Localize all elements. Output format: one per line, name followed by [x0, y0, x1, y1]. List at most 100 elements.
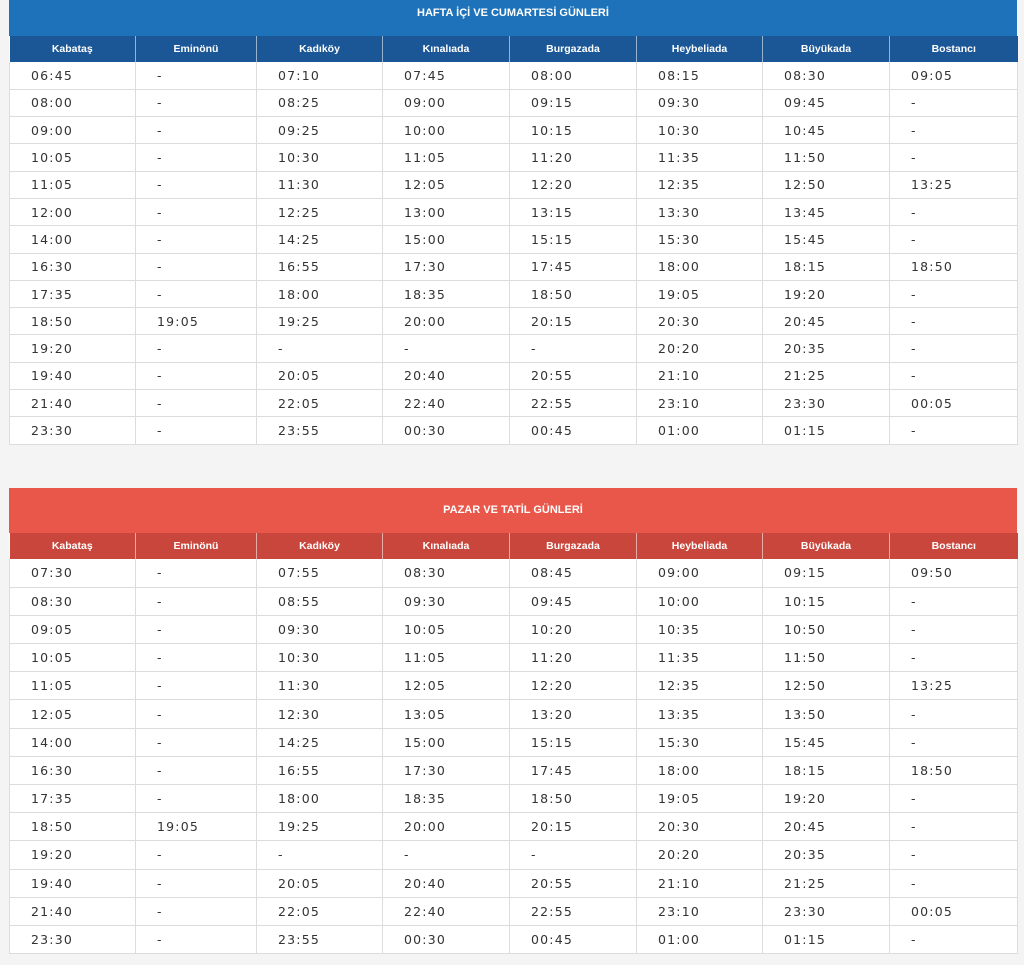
time-cell: 13:15	[509, 198, 637, 227]
time-cell: 15:45	[762, 728, 890, 757]
column-header: Heybeliada	[636, 533, 763, 559]
time-cell: 17:35	[9, 280, 136, 309]
table-row: 09:05-09:30 10:05 10:20 10:35 10:50-	[9, 615, 1018, 645]
time-cell: 22:40	[382, 389, 510, 418]
column-header: Bostancı	[889, 533, 1018, 559]
table-row: 11:05-11:30 12:05 12:20 12:35 12:50 13:25	[9, 171, 1018, 199]
time-cell: 17:30	[382, 756, 510, 786]
table-row: 21:40-22:05 22:40 22:55 23:10 23:30 00:05	[9, 897, 1018, 926]
time-cell: 20:00	[382, 812, 510, 842]
time-cell: 00:45	[509, 416, 637, 445]
time-cell: 12:25	[256, 198, 383, 227]
time-cell: 12:35	[636, 671, 763, 701]
time-cell: 08:25	[256, 89, 383, 118]
time-cell: 16:30	[9, 756, 136, 786]
time-cell: 08:55	[256, 587, 383, 616]
table-row: 06:45-07:10 07:45 08:00 08:15 08:30 09:05	[9, 62, 1018, 90]
time-cell: -	[135, 116, 257, 145]
time-cell: -	[889, 362, 1018, 391]
time-cell: 11:20	[509, 143, 637, 172]
time-cell: -	[382, 334, 510, 363]
time-cell: 10:05	[9, 143, 136, 172]
time-cell: -	[135, 643, 257, 673]
time-cell: -	[889, 812, 1018, 842]
time-cell: 18:35	[382, 280, 510, 309]
time-cell: 20:00	[382, 307, 510, 336]
column-header: Kadıköy	[256, 36, 383, 62]
time-cell: 20:45	[762, 307, 890, 336]
time-cell: 11:05	[9, 671, 136, 701]
time-cell: 14:25	[256, 728, 383, 757]
time-cell: 08:15	[636, 62, 763, 90]
time-cell: 00:45	[509, 925, 637, 955]
time-cell: 20:15	[509, 812, 637, 842]
time-cell: -	[889, 198, 1018, 227]
time-cell: 19:40	[9, 362, 136, 391]
time-cell: 12:05	[382, 671, 510, 701]
table-row: 19:40-20:05 20:40 20:55 21:10 21:25-	[9, 362, 1018, 391]
time-cell: 08:00	[9, 89, 136, 118]
time-cell: 21:25	[762, 869, 890, 898]
time-cell: -	[135, 925, 257, 955]
time-cell: 11:05	[9, 171, 136, 199]
time-cell: 13:20	[509, 699, 637, 729]
time-cell: 08:45	[509, 559, 637, 588]
time-cell: 16:55	[256, 756, 383, 786]
time-cell: 13:35	[636, 699, 763, 729]
time-cell: 23:30	[9, 925, 136, 955]
time-cell: 10:35	[636, 615, 763, 645]
time-cell: 21:40	[9, 389, 136, 418]
column-header: Kadıköy	[256, 533, 383, 559]
time-cell: -	[256, 334, 383, 363]
time-cell: 18:15	[762, 756, 890, 786]
time-cell: 18:50	[509, 784, 637, 814]
time-cell: 19:20	[762, 784, 890, 814]
time-cell: 09:30	[382, 587, 510, 616]
time-cell: 17:35	[9, 784, 136, 814]
time-cell: -	[135, 362, 257, 391]
time-cell: 20:35	[762, 334, 890, 363]
time-cell: 08:30	[762, 62, 890, 90]
time-cell: 09:00	[9, 116, 136, 145]
time-cell: 20:40	[382, 869, 510, 898]
time-cell: 12:50	[762, 671, 890, 701]
time-cell: 23:10	[636, 897, 763, 926]
time-cell: 18:50	[9, 812, 136, 842]
holiday-header-row: Kabataş Eminönü Kadıköy Kınalıada Burgazada H…	[9, 533, 1018, 559]
time-cell: -	[135, 389, 257, 418]
time-cell: 09:45	[762, 89, 890, 118]
time-cell: -	[889, 225, 1018, 254]
time-cell: 23:55	[256, 925, 383, 955]
time-cell: 20:20	[636, 840, 763, 870]
table-row: 12:05-12:30 13:05 13:20 13:35 13:50-	[9, 699, 1018, 729]
table-row: 12:00-12:25 13:00 13:15 13:30 13:45-	[9, 198, 1018, 227]
time-cell: 15:00	[382, 728, 510, 757]
time-cell: 20:55	[509, 362, 637, 391]
table-row: 23:30-23:55 00:30 00:45 01:00 01:15-	[9, 416, 1018, 445]
table-row: 08:00-08:25 09:00 09:15 09:30 09:45-	[9, 89, 1018, 118]
time-cell: 16:30	[9, 253, 136, 281]
time-cell: 19:05	[636, 784, 763, 814]
column-header: Kabataş	[9, 36, 136, 62]
time-cell: 17:45	[509, 253, 637, 281]
time-cell: 07:55	[256, 559, 383, 588]
time-cell: 13:05	[382, 699, 510, 729]
table-row: 16:30-16:55 17:30 17:45 18:00 18:15 18:50	[9, 756, 1018, 786]
time-cell: 08:00	[509, 62, 637, 90]
table-row: 19:20- - - -20:20 20:35-	[9, 840, 1018, 870]
time-cell: 12:50	[762, 171, 890, 199]
weekday-rows: 06:45-07:10 07:45 08:00 08:15 08:30 09:05 08:0…	[9, 62, 1018, 445]
time-cell: 00:05	[889, 389, 1018, 418]
time-cell: 22:55	[509, 897, 637, 926]
time-cell: 10:30	[256, 643, 383, 673]
time-cell: 20:55	[509, 869, 637, 898]
time-cell: -	[889, 869, 1018, 898]
table-row: 14:00-14:25 15:00 15:15 15:30 15:45-	[9, 225, 1018, 254]
time-cell: -	[135, 784, 257, 814]
holiday-title: PAZAR VE TATİL GÜNLERİ	[9, 488, 1017, 533]
table-row: 08:30-08:55 09:30 09:45 10:00 10:15-	[9, 587, 1018, 616]
time-cell: 19:05	[135, 812, 257, 842]
column-header: Eminönü	[135, 533, 257, 559]
time-cell: 13:30	[636, 198, 763, 227]
time-cell: 20:15	[509, 307, 637, 336]
